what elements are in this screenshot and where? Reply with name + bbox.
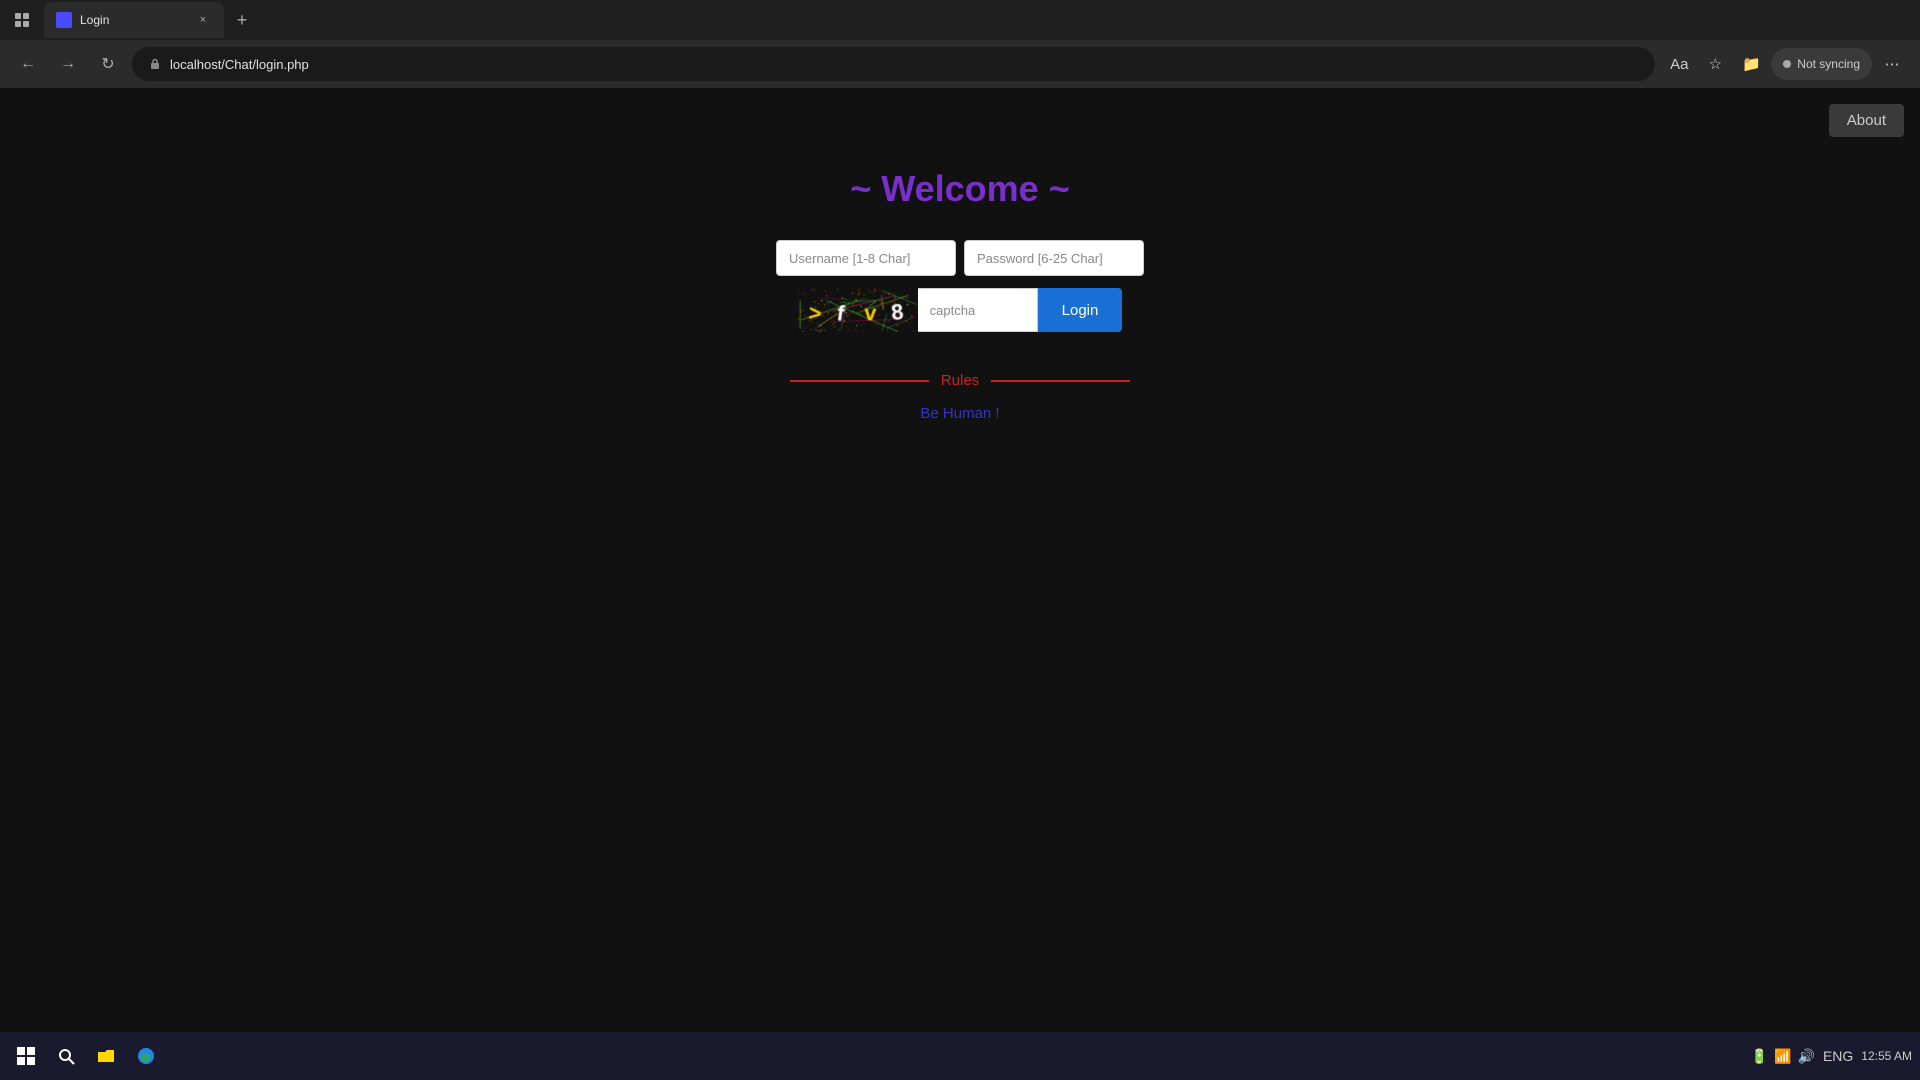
rules-divider: Rules	[790, 372, 1130, 389]
collection-button[interactable]: 📁	[1735, 48, 1767, 80]
more-button[interactable]: ⋯	[1876, 48, 1908, 80]
rules-label: Rules	[941, 372, 979, 389]
new-tab-button[interactable]: +	[228, 6, 256, 34]
rules-text: Be Human !	[920, 405, 999, 422]
taskbar-battery-icon: 🔋	[1751, 1048, 1768, 1065]
username-input[interactable]	[776, 240, 956, 276]
tab-title: Login	[80, 13, 186, 27]
password-input[interactable]	[964, 240, 1144, 276]
search-button[interactable]	[48, 1038, 84, 1074]
browser-toolbar: ← → ↻ localhost/Chat/login.php Aa ☆ 📁 No…	[0, 40, 1920, 88]
login-form: Login	[776, 240, 1144, 332]
toolbar-right: Aa ☆ 📁 Not syncing ⋯	[1663, 48, 1908, 80]
start-button[interactable]	[8, 1038, 44, 1074]
taskbar-sys-icons: 🔋 📶 🔊	[1751, 1048, 1815, 1065]
reader-view-button[interactable]: Aa	[1663, 48, 1695, 80]
tab-close-button[interactable]: ×	[194, 11, 212, 29]
lock-icon	[148, 57, 162, 71]
rules-line-left	[790, 380, 929, 382]
tab-favicon	[56, 12, 72, 28]
taskbar-time: 12:55 AM	[1861, 1049, 1912, 1063]
favorites-button[interactable]: ☆	[1699, 48, 1731, 80]
refresh-button[interactable]: ↻	[92, 48, 124, 80]
about-button[interactable]: About	[1829, 104, 1904, 137]
captcha-image	[798, 288, 918, 332]
tab-bar: Login × +	[0, 0, 1920, 40]
forward-button[interactable]: →	[52, 48, 84, 80]
taskbar-explorer-button[interactable]	[88, 1038, 124, 1074]
rules-line-right	[991, 380, 1130, 382]
sync-status-dot	[1783, 60, 1791, 68]
taskbar-edge-button[interactable]	[128, 1038, 164, 1074]
address-bar[interactable]: localhost/Chat/login.php	[132, 47, 1655, 81]
active-tab[interactable]: Login ×	[44, 2, 224, 38]
login-button[interactable]: Login	[1038, 288, 1123, 332]
taskbar-right: 🔋 📶 🔊 ENG 12:55 AM	[1751, 1048, 1912, 1065]
captcha-input[interactable]	[918, 288, 1038, 332]
taskbar-left	[8, 1038, 164, 1074]
url-text: localhost/Chat/login.php	[170, 57, 1639, 72]
rules-section: Rules Be Human !	[790, 372, 1130, 422]
taskbar: 🔋 📶 🔊 ENG 12:55 AM	[0, 1032, 1920, 1080]
back-button[interactable]: ←	[12, 48, 44, 80]
sync-status-text: Not syncing	[1797, 57, 1860, 71]
taskbar-language: ENG	[1823, 1048, 1853, 1064]
welcome-title: ~ Welcome ~	[850, 168, 1069, 210]
browser-chrome: Login × + ← → ↻ localhost/Chat/login.php…	[0, 0, 1920, 88]
taskbar-network-icon: 📶	[1774, 1048, 1791, 1065]
tab-grid-button[interactable]	[8, 6, 36, 34]
captcha-row: Login	[798, 288, 1123, 332]
credentials-row	[776, 240, 1144, 276]
page-content: About ~ Welcome ~ Login Rules Be Human !	[0, 88, 1920, 1032]
taskbar-volume-icon: 🔊	[1798, 1048, 1815, 1065]
sync-button[interactable]: Not syncing	[1771, 48, 1872, 80]
